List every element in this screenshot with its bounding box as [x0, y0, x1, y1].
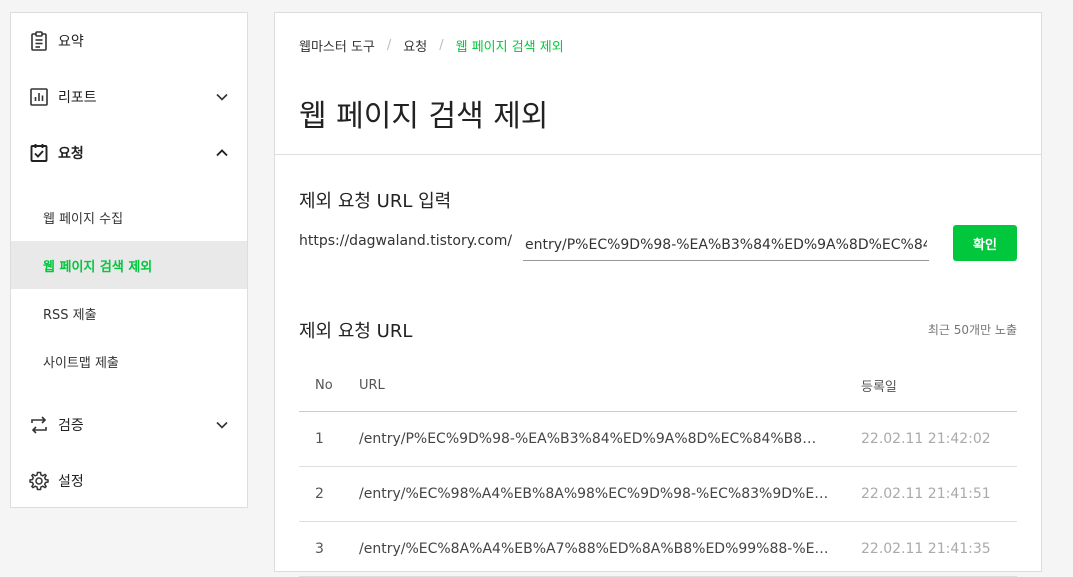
sidebar-item-settings[interactable]: 설정 — [11, 453, 247, 509]
breadcrumb-item-current: 웹 페이지 검색 제외 — [455, 40, 564, 55]
checklist-icon — [30, 144, 48, 162]
header-no: No — [315, 377, 333, 393]
repeat-arrows-icon — [31, 416, 47, 434]
row-no: 3 — [315, 541, 324, 557]
clipboard-icon — [31, 31, 47, 51]
sidebar-item-verify[interactable]: 검증 — [11, 397, 247, 453]
sidebar-item-request[interactable]: 요청 — [11, 125, 247, 181]
table-header: No URL 등록일 — [299, 359, 1017, 412]
sidebar: 요약 리포트 요청 웹 페이지 수집 웹 페이지 검색 제외 RSS 제출 사이… — [10, 12, 248, 508]
sidebar-item-label: 리포트 — [58, 90, 97, 106]
row-no: 1 — [315, 431, 324, 447]
sidebar-subitem-label: RSS 제출 — [43, 307, 97, 323]
row-url-text: /entry/%EC%98%A4%EB%8A%98%EC%9D%98-%EC%8… — [359, 486, 829, 502]
row-date: 22.02.11 21:42:02 — [861, 431, 991, 447]
row-url-text: /entry/%EC%8A%A4%EB%A7%88%ED%8A%B8%ED%99… — [359, 541, 829, 557]
chevron-down-icon[interactable] — [215, 418, 229, 432]
table-row: 3 /entry/%EC%8A%A4%EB%A7%88%ED%8A%B8%ED%… — [299, 522, 1017, 577]
sidebar-item-label: 설정 — [58, 474, 84, 490]
sidebar-subitem-rss[interactable]: RSS 제출 — [11, 289, 247, 337]
header-url: URL — [359, 377, 385, 393]
main-panel: 웹마스터 도구 / 요청 / 웹 페이지 검색 제외 웹 페이지 검색 제외 제… — [274, 12, 1042, 577]
chevron-up-icon[interactable] — [215, 146, 229, 160]
row-url: /entry/%EC%98%A4%EB%8A%98%EC%9D%98-%EC%8… — [359, 467, 829, 521]
breadcrumb-item-request[interactable]: 요청 — [403, 36, 427, 55]
sidebar-subitem-label: 웹 페이지 수집 — [43, 211, 124, 227]
form-section-title: 제외 요청 URL 입력 — [299, 191, 452, 212]
sidebar-subitem-collect[interactable]: 웹 페이지 수집 — [11, 193, 247, 241]
table-row: 2 /entry/%EC%98%A4%EB%8A%98%EC%9D%98-%EC… — [299, 467, 1017, 522]
sidebar-subitem-sitemap[interactable]: 사이트맵 제출 — [11, 337, 247, 385]
list-section-title: 제외 요청 URL — [299, 321, 413, 342]
header-date: 등록일 — [861, 379, 897, 395]
exclude-url-input[interactable] — [523, 229, 929, 261]
breadcrumb: 웹마스터 도구 / 요청 / 웹 페이지 검색 제외 — [299, 36, 564, 55]
row-no: 2 — [315, 486, 324, 502]
chevron-down-icon[interactable] — [215, 90, 229, 104]
gear-icon — [29, 471, 49, 491]
row-url: /entry/%EC%8A%A4%EB%A7%88%ED%8A%B8%ED%99… — [359, 522, 829, 576]
bar-chart-icon — [30, 88, 48, 106]
breadcrumb-separator: / — [386, 38, 392, 53]
sidebar-item-summary[interactable]: 요약 — [11, 13, 247, 69]
table-row: 1 /entry/P%EC%9D%98-%EA%B3%84%ED%9A%8D%E… — [299, 412, 1017, 467]
sidebar-subitem-exclude[interactable]: 웹 페이지 검색 제외 — [11, 241, 247, 289]
sidebar-item-label: 요약 — [58, 34, 84, 50]
sidebar-item-report[interactable]: 리포트 — [11, 69, 247, 125]
sidebar-item-label: 요청 — [58, 146, 84, 162]
breadcrumb-separator: / — [439, 38, 444, 53]
sidebar-item-label: 검증 — [58, 418, 84, 434]
url-prefix: https://dagwaland.tistory.com/ — [299, 233, 513, 249]
breadcrumb-item-webmaster[interactable]: 웹마스터 도구 — [299, 36, 375, 55]
row-date: 22.02.11 21:41:35 — [861, 541, 991, 557]
row-url: /entry/P%EC%9D%98-%EA%B3%84%ED%9A%8D%EC%… — [359, 412, 829, 466]
page-title: 웹 페이지 검색 제외 — [299, 99, 549, 134]
sidebar-subitem-label: 웹 페이지 검색 제외 — [43, 259, 153, 275]
divider — [275, 154, 1041, 155]
confirm-button[interactable]: 확인 — [953, 225, 1017, 261]
excluded-url-table: No URL 등록일 1 /entry/P%EC%9D%98-%EA%B3%84… — [299, 359, 1017, 577]
sidebar-subitem-label: 사이트맵 제출 — [43, 355, 119, 371]
row-url-text: /entry/P%EC%9D%98-%EA%B3%84%ED%9A%8D%EC%… — [359, 431, 829, 447]
list-note: 최근 50개만 노출 — [927, 323, 1017, 337]
row-date: 22.02.11 21:41:51 — [861, 486, 991, 502]
